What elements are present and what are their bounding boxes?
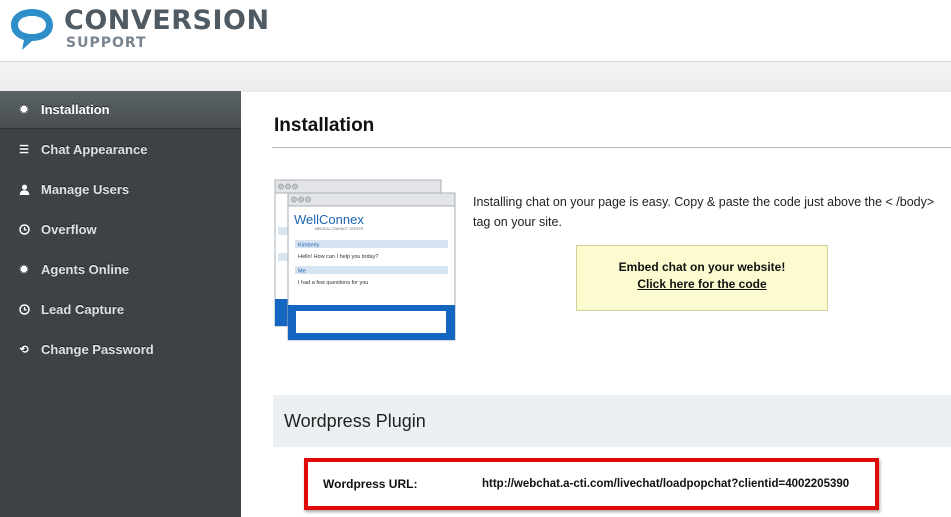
install-instructions: Installing chat on your page is easy. Co… [473,195,935,229]
preview-msg1-text: Hello! How can I help you today? [298,254,378,260]
sidebar-item-label: Installation [41,102,110,117]
sidebar-item-label: Change Password [41,341,154,357]
sidebar-item-lead-capture[interactable]: Lead Capture [0,289,241,329]
logo-subtitle: SUPPORT [66,35,147,51]
preview-brand: WellConnex [294,212,364,227]
user-icon [18,183,30,195]
gear-icon: ✹ [19,263,29,276]
sidebar-item-label: Agents Online [41,261,130,277]
wordpress-url-label: Wordpress URL: [323,477,418,491]
wordpress-plugin-title: Wordpress Plugin [284,411,426,431]
sidebar-item-label: Manage Users [41,181,130,197]
logo-title: CONVERSION [64,5,270,36]
sidebar-item-chat-appearance[interactable]: ☰ Chat Appearance [0,129,241,169]
wordpress-plugin-section: Wordpress Plugin [273,395,951,447]
sidebar-item-label: Chat Appearance [41,141,148,157]
preview-msg1-name: Kimberly [298,243,320,249]
refresh-icon: ⟲ [19,343,29,356]
header: CONVERSION SUPPORT [0,0,951,62]
sidebar-item-agents-online[interactable]: ✹ Agents Online [0,249,241,289]
clock-icon [18,303,30,315]
get-code-link[interactable]: Click here for the code [637,277,766,291]
preview-msg2-name: Me [298,269,306,275]
sidebar-item-label: Overflow [41,221,97,237]
header-band [0,62,951,92]
clock-icon [18,223,30,235]
list-icon: ☰ [19,143,29,156]
sidebar-item-installation[interactable]: ✹ Installation [0,91,241,129]
title-divider [272,147,951,148]
wordpress-url-value[interactable]: http://webchat.a-cti.com/livechat/loadpo… [482,478,849,490]
chat-window-preview-image: WellConnex MEDICAL CONTACT CENTER Kimber… [274,179,456,341]
page-title: Installation [274,115,375,136]
sidebar: ✹ Installation ☰ Chat Appearance Manage … [0,91,241,517]
sidebar-item-manage-users[interactable]: Manage Users [0,169,241,209]
preview-brand-sub: MEDICAL CONTACT CENTER [315,227,364,231]
embed-code-box: Embed chat on your website! Click here f… [576,245,828,311]
wordpress-url-box: Wordpress URL: http://webchat.a-cti.com/… [304,458,879,510]
sidebar-item-label: Lead Capture [41,301,125,317]
gear-icon: ✹ [19,104,29,116]
sidebar-item-overflow[interactable]: Overflow [0,209,241,249]
preview-msg2-text: I had a few quesitons for you [298,280,368,286]
logo[interactable]: CONVERSION SUPPORT [8,6,270,52]
chat-bubble-logo-icon [11,9,53,50]
sidebar-item-change-password[interactable]: ⟲ Change Password [0,329,241,369]
embed-heading: Embed chat on your website! [618,260,786,274]
